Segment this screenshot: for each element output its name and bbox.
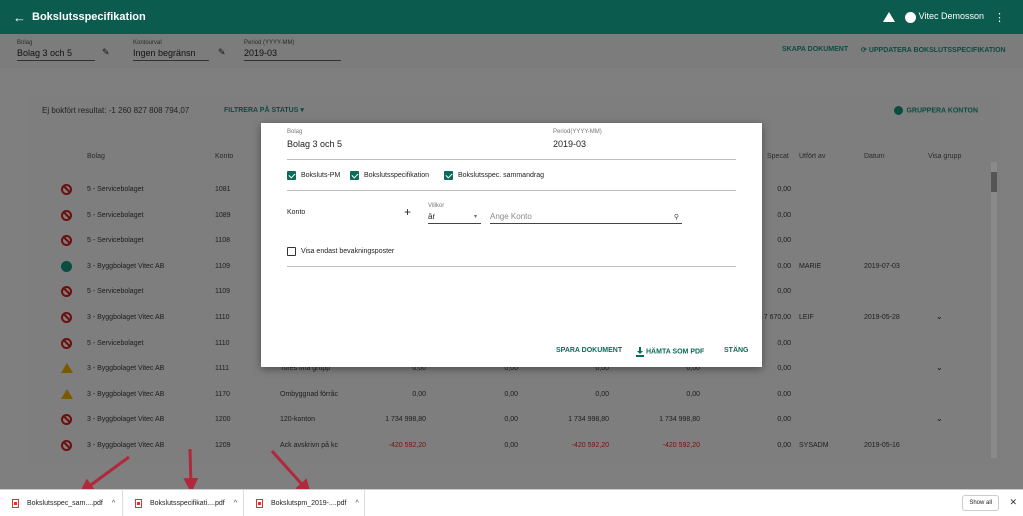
downloads-bar: Bokslutsspec_sam....pdf ^ Bokslutsspecif… (0, 489, 1023, 516)
chevron-up-icon[interactable]: ^ (356, 500, 359, 507)
chevron-up-icon[interactable]: ^ (112, 500, 115, 507)
pdf-file-icon (256, 499, 263, 508)
pdf-file-icon (135, 499, 142, 508)
download-filename: Bokslutsspec_sam....pdf (27, 500, 103, 507)
show-all-button[interactable]: Show all (962, 495, 999, 511)
arrow-1 (79, 455, 130, 494)
download-item-1[interactable]: Bokslutsspec_sam....pdf ^ (0, 490, 123, 516)
annotation-arrows (79, 448, 312, 495)
download-item-3[interactable]: Bokslutspm_2019-....pdf ^ (244, 490, 365, 516)
arrow-3 (270, 449, 312, 495)
arrow-2 (183, 448, 199, 493)
pdf-file-icon (12, 499, 19, 508)
chevron-up-icon[interactable]: ^ (234, 500, 237, 507)
download-filename: Bokslutspm_2019-....pdf (271, 500, 347, 507)
download-filename: Bokslutsspecifikati....pdf (150, 500, 225, 507)
download-item-2[interactable]: Bokslutsspecifikati....pdf ^ (123, 490, 244, 516)
close-icon[interactable]: ✕ (1009, 497, 1017, 508)
